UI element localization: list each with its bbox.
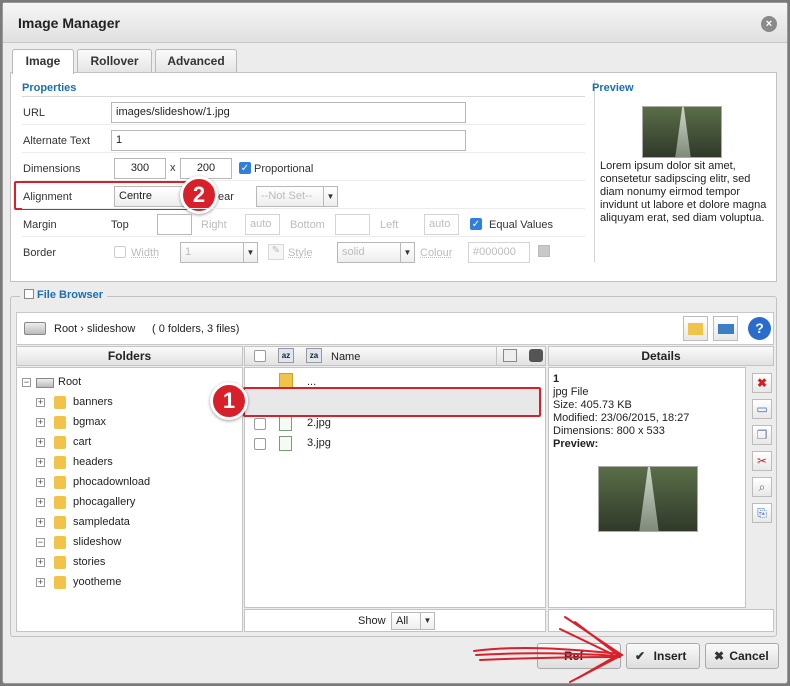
arrow-stroke-2 — [475, 652, 620, 657]
arrow-stroke-3 — [479, 656, 621, 661]
annotation-arrow — [473, 616, 624, 683]
tab-image[interactable]: Image — [12, 49, 74, 74]
